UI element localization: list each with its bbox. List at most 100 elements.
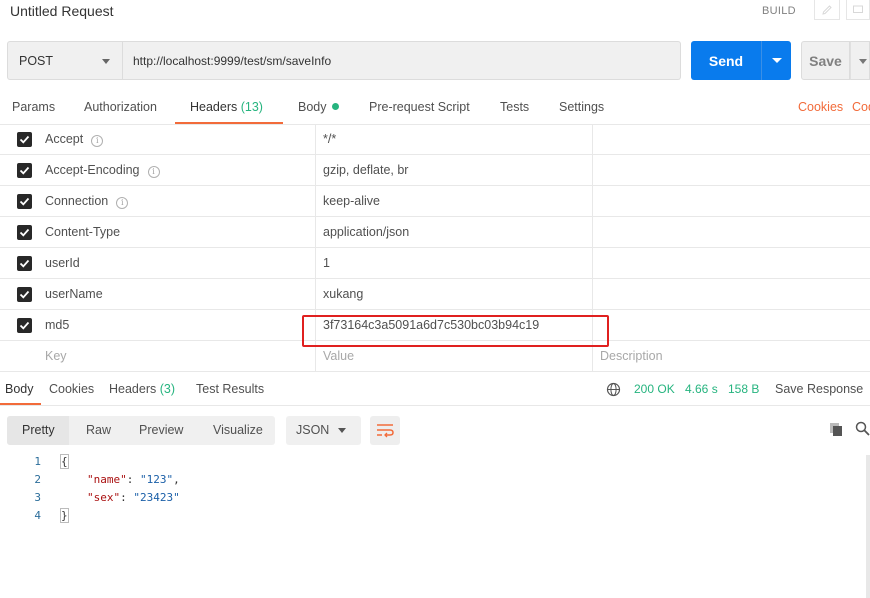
tab-response-headers-label: Headers <box>109 382 157 396</box>
json-separator: : <box>120 491 134 504</box>
response-tabs: Body Cookies Headers (3) Test Results 20… <box>0 374 870 406</box>
code-text: { <box>60 454 69 469</box>
header-checkbox[interactable] <box>17 225 32 240</box>
header-value[interactable]: application/json <box>323 225 409 239</box>
preview-button[interactable]: Preview <box>139 423 183 437</box>
info-icon[interactable]: i <box>147 166 160 178</box>
send-button[interactable]: Send <box>691 41 761 80</box>
save-dropdown-button[interactable] <box>850 41 870 80</box>
header-value[interactable]: gzip, deflate, br <box>323 163 408 177</box>
header-description[interactable] <box>593 248 870 279</box>
table-row: Accept-Encoding i gzip, deflate, br <box>0 155 870 186</box>
tab-tests[interactable]: Tests <box>500 100 529 114</box>
title-bar: Untitled Request BUILD <box>0 0 870 28</box>
tab-headers-count: (13) <box>240 100 263 114</box>
header-checkbox[interactable] <box>17 163 32 178</box>
cookies-link[interactable]: Cookies <box>798 100 843 114</box>
header-key[interactable]: md5 <box>45 318 69 332</box>
tab-test-results[interactable]: Test Results <box>196 382 264 396</box>
wrap-icon <box>377 424 394 438</box>
format-value: JSON <box>296 423 330 437</box>
line-number: 2 <box>34 473 41 486</box>
header-value[interactable]: xukang <box>323 287 363 301</box>
method-select[interactable]: POST <box>7 41 123 80</box>
code-line: 1 { <box>0 454 870 473</box>
header-description[interactable] <box>593 186 870 217</box>
header-description[interactable] <box>593 155 870 186</box>
chevron-down-icon <box>338 428 346 433</box>
search-icon[interactable] <box>855 421 870 439</box>
header-description[interactable] <box>593 279 870 310</box>
pretty-button[interactable]: Pretty <box>22 423 55 437</box>
header-key[interactable]: Accept-Encoding <box>45 163 140 177</box>
line-number: 1 <box>34 455 41 468</box>
tab-prerequest-script[interactable]: Pre-request Script <box>369 100 470 114</box>
response-size[interactable]: 158 B <box>728 382 759 396</box>
json-key: "sex" <box>87 491 121 504</box>
header-value[interactable]: keep-alive <box>323 194 380 208</box>
header-key[interactable]: userName <box>45 287 103 301</box>
build-label[interactable]: BUILD <box>762 5 796 17</box>
tab-params[interactable]: Params <box>12 100 55 114</box>
description-placeholder[interactable]: Description <box>600 349 663 363</box>
header-key[interactable]: Connection <box>45 194 108 208</box>
key-placeholder[interactable]: Key <box>45 349 67 363</box>
table-row: userName xukang <box>0 279 870 310</box>
header-value[interactable]: 1 <box>323 256 330 270</box>
json-value: "123" <box>140 473 174 486</box>
save-button[interactable]: Save <box>801 41 850 80</box>
status-badge[interactable]: 200 OK <box>634 382 675 396</box>
table-row: Accept i */* <box>0 124 870 155</box>
code-text: "name": "123", <box>87 473 180 486</box>
url-input[interactable]: http://localhost:9999/test/sm/saveInfo <box>123 41 681 80</box>
header-description[interactable] <box>593 217 870 248</box>
header-value[interactable]: */* <box>323 132 336 146</box>
table-row: Content-Type application/json <box>0 217 870 248</box>
visualize-button[interactable]: Visualize <box>213 423 263 437</box>
tab-body-label: Body <box>298 100 327 114</box>
header-checkbox[interactable] <box>17 256 32 271</box>
header-key[interactable]: Accept <box>45 132 83 146</box>
pencil-icon[interactable] <box>814 0 840 20</box>
tab-response-body[interactable]: Body <box>5 382 34 396</box>
code-text: } <box>60 508 69 523</box>
tab-body[interactable]: Body <box>298 100 339 114</box>
header-description[interactable] <box>593 310 870 341</box>
method-value: POST <box>19 54 54 68</box>
header-description[interactable] <box>593 124 870 155</box>
format-select[interactable]: JSON <box>286 416 361 445</box>
save-response-button[interactable]: Save Response <box>775 382 863 396</box>
code-line: 4 } <box>0 508 870 527</box>
table-row: userId 1 <box>0 248 870 279</box>
status-dot-icon <box>331 103 339 110</box>
chevron-down-icon <box>102 59 110 64</box>
send-dropdown-button[interactable] <box>761 41 791 80</box>
comments-icon[interactable] <box>846 0 870 20</box>
copy-icon[interactable] <box>829 422 844 440</box>
response-time[interactable]: 4.66 s <box>685 382 718 396</box>
header-checkbox[interactable] <box>17 287 32 302</box>
code-link[interactable]: Cod <box>852 100 870 114</box>
header-key[interactable]: Content-Type <box>45 225 120 239</box>
json-key: "name" <box>87 473 127 486</box>
scrollbar[interactable] <box>866 455 870 598</box>
header-checkbox[interactable] <box>17 318 32 333</box>
header-checkbox[interactable] <box>17 132 32 147</box>
json-value: "23423" <box>133 491 180 504</box>
header-key[interactable]: userId <box>45 256 80 270</box>
tab-response-cookies[interactable]: Cookies <box>49 382 94 396</box>
tab-settings[interactable]: Settings <box>559 100 604 114</box>
wrap-lines-button[interactable] <box>370 416 400 445</box>
tab-headers[interactable]: Headers (13) <box>190 100 263 114</box>
header-checkbox[interactable] <box>17 194 32 209</box>
request-title[interactable]: Untitled Request <box>10 3 114 19</box>
raw-button[interactable]: Raw <box>86 423 111 437</box>
info-icon[interactable]: i <box>91 135 104 147</box>
value-placeholder[interactable]: Value <box>323 349 354 363</box>
tab-response-headers[interactable]: Headers (3) <box>109 382 175 396</box>
info-icon[interactable]: i <box>116 197 129 209</box>
globe-icon[interactable] <box>606 382 621 400</box>
request-tabs: Params Authorization Headers (13) Body P… <box>0 92 870 124</box>
tab-authorization[interactable]: Authorization <box>84 100 157 114</box>
json-separator: : <box>126 473 140 486</box>
